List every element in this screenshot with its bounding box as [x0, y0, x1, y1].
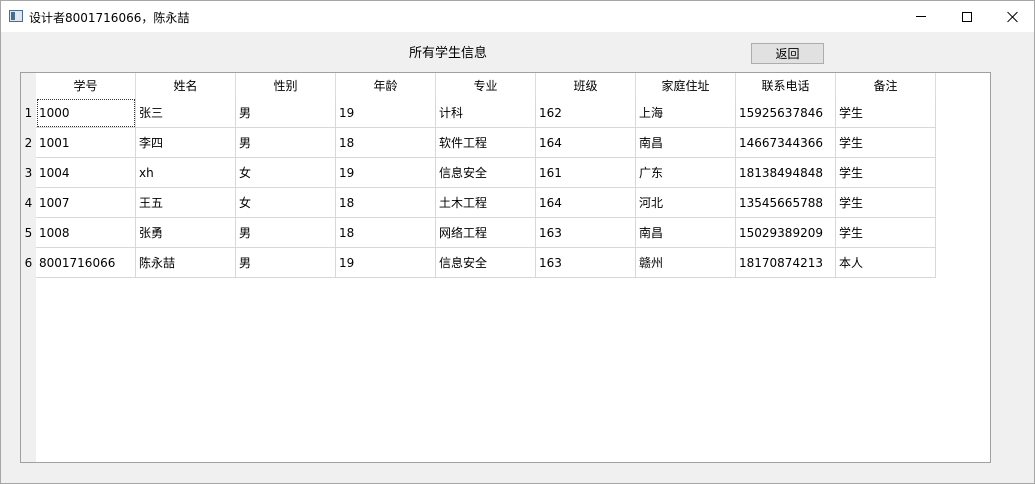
table-cell[interactable]: 软件工程: [436, 128, 536, 158]
table-cell[interactable]: xh: [136, 158, 236, 188]
table-cell[interactable]: 13545665788: [736, 188, 836, 218]
table-cell[interactable]: 1001: [36, 128, 136, 158]
page-title: 所有学生信息: [409, 46, 488, 61]
table-cell[interactable]: 18: [336, 218, 436, 248]
table-cell[interactable]: 161: [536, 158, 636, 188]
table-cell[interactable]: 15029389209: [736, 218, 836, 248]
table-cell[interactable]: 男: [236, 128, 336, 158]
table-row[interactable]: 3 1004 xh 女 19 信息安全 161 广东 18138494848 学生: [21, 158, 936, 188]
row-number[interactable]: 5: [21, 218, 36, 248]
table-cell[interactable]: 张三: [136, 98, 236, 128]
table-cell[interactable]: 信息安全: [436, 158, 536, 188]
main-window: 设计者8001716066，陈永喆 所有学生信息 返回 学号 姓名 性别 年龄 专业 班级…: [0, 0, 1035, 484]
table-cell[interactable]: 学生: [836, 188, 936, 218]
column-header[interactable]: 家庭住址: [636, 73, 736, 98]
row-number[interactable]: 6: [21, 248, 36, 278]
table-cell[interactable]: 信息安全: [436, 248, 536, 278]
table-cell[interactable]: 学生: [836, 98, 936, 128]
table-cell[interactable]: 男: [236, 248, 336, 278]
table-cell[interactable]: 学生: [836, 128, 936, 158]
close-button[interactable]: [990, 1, 1035, 32]
column-header[interactable]: 学号: [36, 73, 136, 98]
table-cell[interactable]: 学生: [836, 158, 936, 188]
table-cell[interactable]: 南昌: [636, 128, 736, 158]
row-number[interactable]: 4: [21, 188, 36, 218]
column-header[interactable]: 班级: [536, 73, 636, 98]
table-cell[interactable]: 陈永喆: [136, 248, 236, 278]
table-header: 学号 姓名 性别 年龄 专业 班级 家庭住址 联系电话 备注: [36, 73, 936, 98]
table-cell[interactable]: 15925637846: [736, 98, 836, 128]
table-cell[interactable]: 164: [536, 188, 636, 218]
table-cell[interactable]: 163: [536, 248, 636, 278]
table-cell[interactable]: 19: [336, 158, 436, 188]
column-header[interactable]: 年龄: [336, 73, 436, 98]
table-cell[interactable]: 18138494848: [736, 158, 836, 188]
back-button[interactable]: 返回: [751, 43, 824, 64]
table-cell[interactable]: 1007: [36, 188, 136, 218]
table-cell[interactable]: 赣州: [636, 248, 736, 278]
table-cell[interactable]: 男: [236, 218, 336, 248]
table-cell[interactable]: 王五: [136, 188, 236, 218]
column-header[interactable]: 专业: [436, 73, 536, 98]
table-cell[interactable]: 本人: [836, 248, 936, 278]
column-header[interactable]: 性别: [236, 73, 336, 98]
row-number[interactable]: 3: [21, 158, 36, 188]
table-cell[interactable]: 广东: [636, 158, 736, 188]
table-cell[interactable]: 学生: [836, 218, 936, 248]
table-cell[interactable]: 18: [336, 188, 436, 218]
table-body: 1 1000 张三男 19 计科 162 上海 15925637846 学生 2 1001 李四男 18…: [21, 98, 936, 278]
table-cell[interactable]: 女: [236, 188, 336, 218]
maximize-button[interactable]: [944, 1, 990, 32]
table-cell[interactable]: 计科: [436, 98, 536, 128]
row-number[interactable]: 1: [21, 98, 36, 128]
app-window-icon: [9, 10, 23, 22]
table-cell[interactable]: 18: [336, 128, 436, 158]
column-header[interactable]: 联系电话: [736, 73, 836, 98]
table-cell[interactable]: 女: [236, 158, 336, 188]
table-cell[interactable]: 163: [536, 218, 636, 248]
maximize-icon: [962, 11, 972, 22]
column-header[interactable]: 姓名: [136, 73, 236, 98]
table-cell[interactable]: 上海: [636, 98, 736, 128]
table-cell[interactable]: 1008: [36, 218, 136, 248]
table-cell[interactable]: 河北: [636, 188, 736, 218]
table-cell[interactable]: 164: [536, 128, 636, 158]
table-row[interactable]: 4 1007 王五女 18 土木工程 164 河北 13545665788 学生: [21, 188, 936, 218]
table-cell[interactable]: 162: [536, 98, 636, 128]
column-header[interactable]: 备注: [836, 73, 936, 98]
close-icon: [1007, 11, 1019, 23]
table-cell[interactable]: 18170874213: [736, 248, 836, 278]
table-cell[interactable]: 14667344366: [736, 128, 836, 158]
table-cell[interactable]: 8001716066: [36, 248, 136, 278]
window-title: 设计者8001716066，陈永喆: [29, 11, 190, 25]
table-cell[interactable]: 19: [336, 248, 436, 278]
table-cell[interactable]: 土木工程: [436, 188, 536, 218]
title-bar[interactable]: 设计者8001716066，陈永喆: [1, 1, 1034, 32]
student-table[interactable]: 学号 姓名 性别 年龄 专业 班级 家庭住址 联系电话 备注 1 1000 张三男 19 计科 162 上海…: [20, 72, 991, 463]
table-row[interactable]: 1 1000 张三男 19 计科 162 上海 15925637846 学生: [21, 98, 936, 128]
table-cell[interactable]: 李四: [136, 128, 236, 158]
row-number[interactable]: 2: [21, 128, 36, 158]
table-cell[interactable]: 19: [336, 98, 436, 128]
table-cell[interactable]: 张勇: [136, 218, 236, 248]
table-cell[interactable]: 网络工程: [436, 218, 536, 248]
table-cell[interactable]: 1000: [36, 98, 136, 128]
minimize-icon: [916, 16, 926, 17]
table-row[interactable]: 5 1008 张勇男 18 网络工程 163 南昌 15029389209 学生: [21, 218, 936, 248]
table-cell[interactable]: 男: [236, 98, 336, 128]
minimize-button[interactable]: [898, 1, 944, 32]
table-cell[interactable]: 南昌: [636, 218, 736, 248]
table-row[interactable]: 2 1001 李四男 18 软件工程 164 南昌 14667344366 学生: [21, 128, 936, 158]
table-row[interactable]: 6 8001716066 陈永喆男 19 信息安全 163 赣州 18170874213 本人: [21, 248, 936, 278]
table-cell[interactable]: 1004: [36, 158, 136, 188]
